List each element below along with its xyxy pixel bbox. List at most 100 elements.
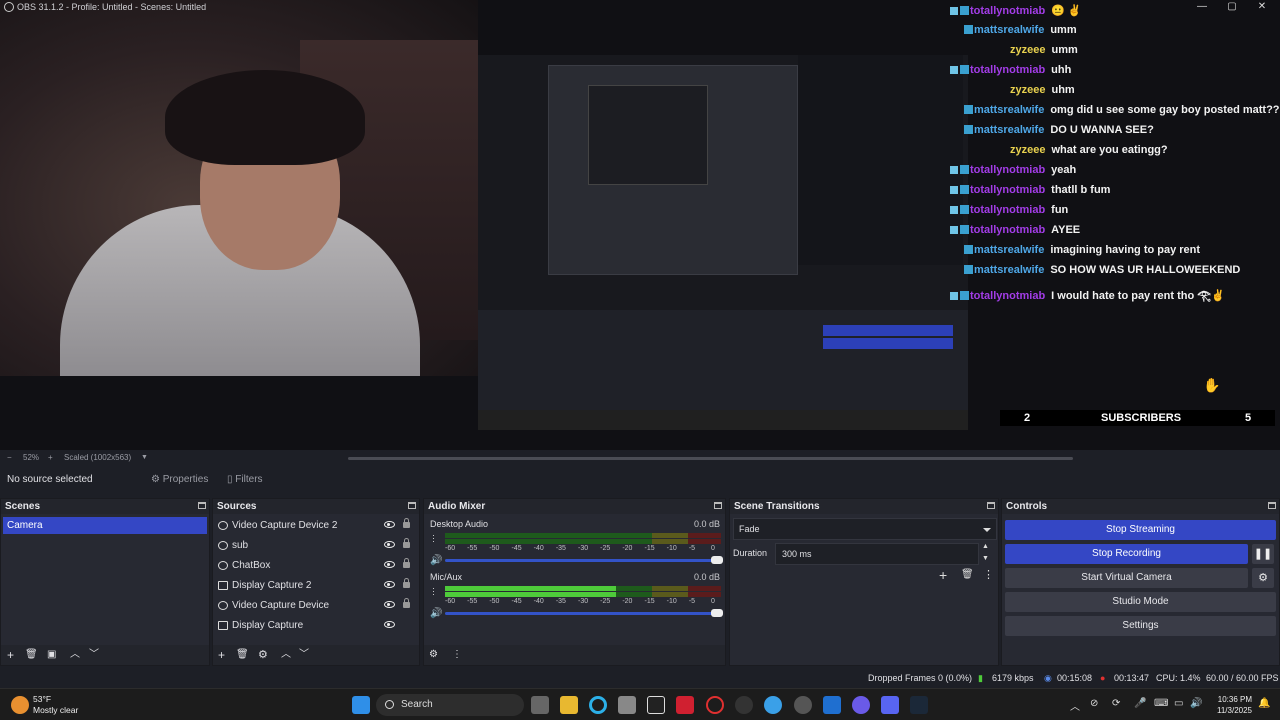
outlook-icon[interactable] <box>823 696 841 714</box>
zoom-out-button[interactable]: − <box>7 453 12 462</box>
lock-icon[interactable] <box>403 598 410 608</box>
settings-button[interactable]: Settings <box>1005 616 1276 636</box>
undock-icon[interactable] <box>408 502 416 509</box>
move-up-icon[interactable]: ︿ <box>281 648 291 662</box>
network-icon[interactable]: ▭ <box>1174 698 1183 709</box>
transition-menu-icon[interactable]: ⋮ <box>983 568 994 581</box>
undock-icon[interactable] <box>1268 502 1276 509</box>
cortana-icon[interactable] <box>589 696 607 714</box>
advanced-audio-icon[interactable]: ⚙ <box>429 648 438 662</box>
close-button[interactable]: ✕ <box>1252 1 1272 13</box>
speaker-icon[interactable]: 🔊 <box>430 608 442 619</box>
volume-icon[interactable]: 🔊 <box>1190 698 1202 709</box>
move-down-icon[interactable]: ﹀ <box>89 648 99 662</box>
capcut-icon[interactable] <box>647 696 665 714</box>
speaker-icon[interactable]: 🔊 <box>430 555 442 566</box>
windows-start-icon[interactable] <box>352 696 370 714</box>
mic-icon[interactable]: 🎤 <box>1134 698 1146 709</box>
discord-icon[interactable] <box>881 696 899 714</box>
source-item[interactable]: Display Capture <box>215 616 421 636</box>
chat-badge-icon <box>950 186 958 194</box>
source-item[interactable]: sub <box>215 536 421 556</box>
visibility-eye-icon[interactable] <box>384 601 395 608</box>
stop-recording-button[interactable]: Stop Recording <box>1005 544 1248 564</box>
move-down-icon[interactable]: ﹀ <box>299 648 309 662</box>
source-item[interactable]: Video Capture Device <box>215 596 421 616</box>
chat-username: zyzeee <box>1010 44 1046 56</box>
spin-down-icon[interactable]: ▼ <box>982 555 989 562</box>
visibility-eye-icon[interactable] <box>384 521 395 528</box>
chat-username: zyzeee <box>1010 84 1046 96</box>
source-item[interactable]: ChatBox <box>215 556 421 576</box>
program-preview[interactable]: totallynotmiab 😐 ✌ mattsrealwife umm zyzeee u… <box>0 0 1280 450</box>
tray-icon[interactable]: ⊘ <box>1090 698 1098 709</box>
undock-icon[interactable] <box>198 502 206 509</box>
add-source-icon[interactable]: + <box>218 648 225 662</box>
filters-button[interactable]: ▯ Filters <box>227 472 263 488</box>
notification-icon[interactable]: 🔔 <box>1258 698 1270 709</box>
obs-taskbar-icon[interactable] <box>794 696 812 714</box>
virtual-camera-settings-icon[interactable]: ⚙ <box>1252 568 1274 588</box>
visibility-eye-icon[interactable] <box>384 561 395 568</box>
chrome-icon[interactable] <box>764 696 782 714</box>
search-label: Search <box>401 699 433 710</box>
refresh-icon[interactable]: ⟳ <box>1112 698 1120 709</box>
minimize-button[interactable]: — <box>1192 1 1212 13</box>
channel-db: 0.0 dB <box>693 519 720 529</box>
move-up-icon[interactable]: ︿ <box>70 648 80 662</box>
remove-scene-icon[interactable]: 🗑 <box>25 648 38 662</box>
lock-icon[interactable] <box>403 518 410 528</box>
pause-recording-icon[interactable]: ❚❚ <box>1252 544 1274 564</box>
visibility-eye-icon[interactable] <box>384 581 395 588</box>
keyboard-icon[interactable]: ⌨ <box>1154 698 1168 709</box>
lock-icon[interactable] <box>403 538 410 548</box>
studio-mode-button[interactable]: Studio Mode <box>1005 592 1276 612</box>
spin-up-icon[interactable]: ▲ <box>982 543 989 550</box>
lock-icon[interactable] <box>403 578 410 588</box>
undock-icon[interactable] <box>714 502 722 509</box>
scene-item-camera[interactable]: Camera <box>3 517 207 534</box>
task-view-icon[interactable] <box>531 696 549 714</box>
store-icon[interactable] <box>618 696 636 714</box>
channel-menu-icon[interactable]: · · · <box>432 531 436 546</box>
opera-icon[interactable] <box>706 696 724 714</box>
taskbar-search[interactable]: Search <box>376 694 524 716</box>
volume-slider[interactable] <box>445 609 723 617</box>
xbox-icon[interactable] <box>735 696 753 714</box>
file-explorer-icon[interactable] <box>560 696 578 714</box>
add-scene-icon[interactable]: + <box>7 648 14 662</box>
transition-select[interactable]: Fade <box>733 518 997 540</box>
maximize-button[interactable]: ▢ <box>1222 1 1242 13</box>
channel-menu-icon[interactable]: · · · <box>432 584 436 599</box>
tray-overflow-icon[interactable]: ︿ <box>1070 698 1080 713</box>
zoom-in-button[interactable]: + <box>48 453 53 462</box>
weather-widget[interactable]: 53°F Mostly clear <box>33 694 78 716</box>
source-item[interactable]: Display Capture 2 <box>215 576 421 596</box>
lock-icon[interactable] <box>403 558 410 568</box>
app-icon-red[interactable] <box>676 696 694 714</box>
mixer-menu-icon[interactable]: ⋮ <box>452 648 462 662</box>
start-virtual-camera-button[interactable]: Start Virtual Camera <box>1005 568 1248 588</box>
remove-transition-icon[interactable]: 🗑 <box>961 569 974 580</box>
preview-scrollbar[interactable] <box>348 457 1073 460</box>
undock-icon[interactable] <box>987 502 995 509</box>
zoom-dropdown-icon[interactable]: ▼ <box>141 454 148 461</box>
weather-icon[interactable] <box>11 696 29 714</box>
volume-slider[interactable] <box>445 556 723 564</box>
remove-source-icon[interactable]: 🗑 <box>236 648 249 662</box>
system-clock[interactable]: 10:36 PM 11/3/2025 <box>1208 694 1252 716</box>
source-properties-icon[interactable]: ⚙ <box>258 648 268 662</box>
record-time: 00:13:47 <box>1114 673 1150 683</box>
app-icon-purple[interactable] <box>852 696 870 714</box>
stop-streaming-button[interactable]: Stop Streaming <box>1005 520 1276 540</box>
source-item[interactable]: Video Capture Device 2 <box>215 516 421 536</box>
chat-text: DO U WANNA SEE? <box>1050 124 1154 136</box>
add-transition-icon[interactable]: + <box>939 567 947 583</box>
duration-input[interactable]: 300 ms <box>775 543 979 565</box>
steam-icon[interactable] <box>910 696 928 714</box>
scene-filters-icon[interactable]: ▣ <box>47 648 56 662</box>
properties-button[interactable]: ⚙ Properties <box>151 472 208 488</box>
visibility-eye-icon[interactable] <box>384 541 395 548</box>
visibility-eye-icon[interactable] <box>384 621 395 628</box>
chatbox-overlay: totallynotmiab 😐 ✌ mattsrealwife umm zyzeee u… <box>948 4 1280 304</box>
